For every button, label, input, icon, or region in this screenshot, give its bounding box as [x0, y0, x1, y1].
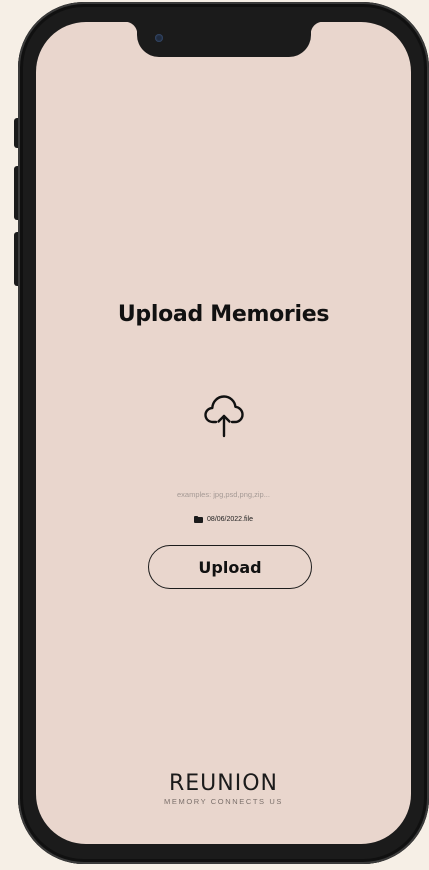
camera-icon: [155, 34, 163, 42]
phone-frame: Upload Memories examples: jpg,psd,png,zi…: [18, 2, 429, 864]
brand-tagline: MEMORY CONNECTS US: [164, 797, 283, 806]
file-types-hint: examples: jpg,psd,png,zip...: [177, 490, 270, 499]
cloud-upload-icon[interactable]: [204, 392, 244, 442]
file-name: 08/06/2022.file: [207, 516, 253, 523]
phone-screen: Upload Memories examples: jpg,psd,png,zi…: [36, 22, 411, 844]
page-title: Upload Memories: [117, 302, 330, 327]
logo-text: REUNION: [168, 771, 278, 796]
selected-file: 08/06/2022.file: [36, 516, 411, 523]
notch: [125, 22, 323, 57]
folder-icon: [194, 516, 204, 523]
device-mockup: Upload Memories examples: jpg,psd,png,zi…: [0, 0, 429, 870]
upload-button[interactable]: Upload: [148, 545, 312, 589]
brand-logo: REUNION MEMORY CONNECTS US: [36, 771, 411, 807]
